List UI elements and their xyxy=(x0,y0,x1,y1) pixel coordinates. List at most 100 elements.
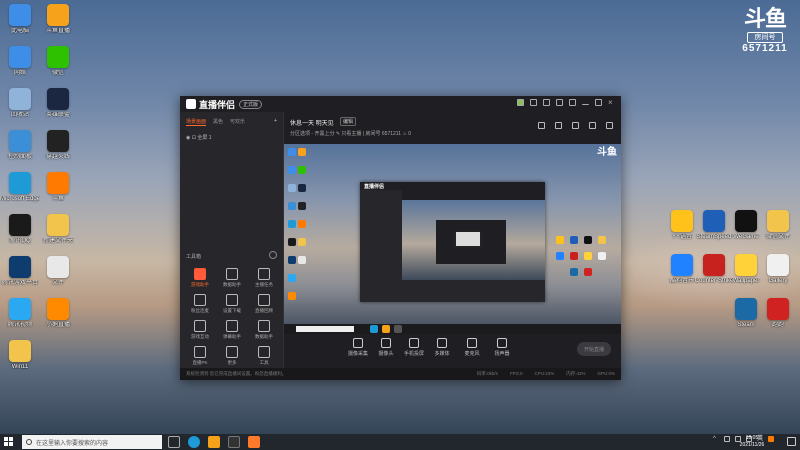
tool-item[interactable]: 数据助手 xyxy=(216,268,248,288)
go-live-button[interactable]: 开始直播 xyxy=(577,342,611,356)
preview-desktop-icon xyxy=(570,252,578,260)
source-button[interactable]: 摄像采集 xyxy=(344,338,372,357)
app-taskbar-icon[interactable] xyxy=(228,436,240,448)
chevron-up-icon[interactable]: ^ xyxy=(713,436,719,442)
desktop-icon[interactable]: 小鹅直播 xyxy=(38,298,78,329)
tool-item[interactable]: 游戏助手 xyxy=(184,268,216,288)
kugou-icon xyxy=(671,254,693,276)
preview-desktop-icon xyxy=(584,236,592,244)
preview-desktop-icon xyxy=(298,202,306,210)
desktop-icon-label: 微信文件 xyxy=(765,234,790,240)
desktop-icon[interactable]: 跑跑 xyxy=(758,298,798,329)
eye-icon[interactable]: ◉ xyxy=(186,135,190,141)
title-bar[interactable]: 直播伴侣 正式版 × xyxy=(180,96,621,112)
preview-icon[interactable] xyxy=(555,122,562,129)
desktop-icon[interactable]: Microsoft Edge xyxy=(0,172,40,203)
tool-item[interactable]: 更多 xyxy=(216,346,248,366)
data-icon xyxy=(258,320,270,332)
desktop-icon[interactable]: 腾讯QQ xyxy=(0,214,40,245)
message-icon[interactable] xyxy=(530,99,537,106)
edge-icon xyxy=(9,172,31,194)
scene-item[interactable]: ◉ ⊡ 全屏 1 xyxy=(180,126,283,141)
lock-icon[interactable]: ⊡ xyxy=(192,135,196,141)
desktop-icon[interactable]: 微信文件 xyxy=(758,210,798,241)
desktop-icon[interactable]: 腾讯游戏平台 xyxy=(0,256,40,287)
live-companion-taskbar-icon[interactable] xyxy=(248,436,260,448)
tool-label: 粉丝连麦 xyxy=(191,308,209,313)
tab-fun[interactable]: 可欢乐 xyxy=(230,118,245,126)
room-edit-button[interactable]: 编辑 xyxy=(340,117,357,126)
notification-icon[interactable] xyxy=(787,437,796,446)
control-panel-icon xyxy=(9,130,31,152)
source-button[interactable]: 麦克风 xyxy=(458,338,486,357)
preview-taskbar-icon xyxy=(370,325,378,333)
bell-icon[interactable] xyxy=(556,99,563,106)
tool-item[interactable]: 工具 xyxy=(248,346,280,366)
preview-taskbar-icon xyxy=(382,325,390,333)
desktop-icon[interactable]: 斗鱼 xyxy=(38,172,78,203)
desktop-icon[interactable]: Gallery xyxy=(758,254,798,285)
delete-icon[interactable] xyxy=(538,122,545,129)
preview-desktop-icon xyxy=(584,268,592,276)
source-button[interactable]: 扬声器 xyxy=(488,338,516,357)
tool-item[interactable]: 直播回顾 xyxy=(248,294,280,314)
nested-nested-window xyxy=(436,220,506,264)
desktop-icon[interactable]: 控制面板 xyxy=(0,130,40,161)
desktop-icon[interactable]: 新建文件夹 xyxy=(38,214,78,245)
add-scene-icon[interactable]: + xyxy=(274,118,277,126)
douyu-taskbar-icon[interactable] xyxy=(208,436,220,448)
source-button[interactable]: 多媒体 xyxy=(428,338,456,357)
desktop-icon[interactable]: Win11 xyxy=(0,340,40,371)
source-button[interactable]: 摄像头 xyxy=(372,338,400,357)
desktop-icon[interactable]: 回收站 xyxy=(0,88,40,119)
live-companion-window[interactable]: 直播伴侣 正式版 × 场景画面 黑色 可欢乐 + ◉ ⊡ 全屏 1 工具箱 游戏… xyxy=(180,96,621,380)
tool-item[interactable]: 粉丝连麦 xyxy=(184,294,216,314)
mic-tray-icon[interactable] xyxy=(724,436,730,442)
desktop-icon[interactable]: 网络 xyxy=(0,46,40,77)
tool-item[interactable]: 设置下载 xyxy=(216,294,248,314)
desktop-icon[interactable]: 此电脑 xyxy=(0,4,40,35)
desktop-icon[interactable]: 微信 xyxy=(38,46,78,77)
desktop-icon[interactable]: 穿越火线 xyxy=(38,130,78,161)
desktop-icon-label: 腾讯QQ xyxy=(9,238,31,244)
task-view-icon[interactable] xyxy=(168,436,180,448)
gift-icon[interactable] xyxy=(572,122,579,129)
start-button[interactable] xyxy=(4,437,14,447)
mic-icon xyxy=(467,338,477,348)
help-icon[interactable] xyxy=(543,99,550,106)
taskbar-search[interactable]: 在这里输入你要搜索的内容 xyxy=(22,435,162,449)
tool-item[interactable]: 直播PK xyxy=(184,346,216,366)
tool-item[interactable]: 游戏互动 xyxy=(184,320,216,340)
tool-label: 直播回顾 xyxy=(255,308,273,313)
source-button[interactable]: 手机投屏 xyxy=(400,338,428,357)
desktop-icon[interactable]: 英雄联盟 xyxy=(38,88,78,119)
capture-icon xyxy=(353,338,363,348)
collapse-icon[interactable] xyxy=(269,251,277,259)
notify-icon[interactable] xyxy=(589,122,596,129)
share-icon[interactable] xyxy=(606,122,613,129)
desktop-icon[interactable]: 文件 xyxy=(38,256,78,287)
desktop-icon-label: 腾讯游戏平台 xyxy=(1,280,38,286)
menu-icon[interactable] xyxy=(569,99,576,106)
tool-item[interactable]: 主播任务 xyxy=(248,268,280,288)
close-icon[interactable]: × xyxy=(608,99,615,107)
source-button-label: 摄像采集 xyxy=(347,351,368,357)
tool-item[interactable]: 弹幕助手 xyxy=(216,320,248,340)
windows-logo-icon xyxy=(9,442,13,446)
avatar[interactable] xyxy=(517,99,524,106)
tab-black[interactable]: 黑色 xyxy=(213,118,223,126)
room-title[interactable]: 休息一天 明天见 xyxy=(290,118,334,127)
stream-preview[interactable]: 斗鱼 直播伴侣 xyxy=(284,144,621,334)
clock[interactable]: 18:05 2021/11/26 xyxy=(732,435,772,449)
preview-desktop-icon xyxy=(288,184,296,192)
douyu-logo: 斗鱼 xyxy=(743,6,787,31)
minimize-icon[interactable] xyxy=(582,101,589,105)
desktop-icon[interactable]: 腾讯视频 xyxy=(0,298,40,329)
maximize-icon[interactable] xyxy=(595,99,602,106)
edge-taskbar-icon[interactable] xyxy=(188,436,200,448)
douyu-icon xyxy=(47,172,69,194)
room-subinfo: 分区选项 - 开黑上分 ✎ 只看主播 | 房间号 6571211 ♨ 0 xyxy=(290,131,412,137)
tool-item[interactable]: 数据助手 xyxy=(248,320,280,340)
tab-scene[interactable]: 场景画面 xyxy=(186,118,207,126)
desktop-icon[interactable]: 斗鱼直播 xyxy=(38,4,78,35)
